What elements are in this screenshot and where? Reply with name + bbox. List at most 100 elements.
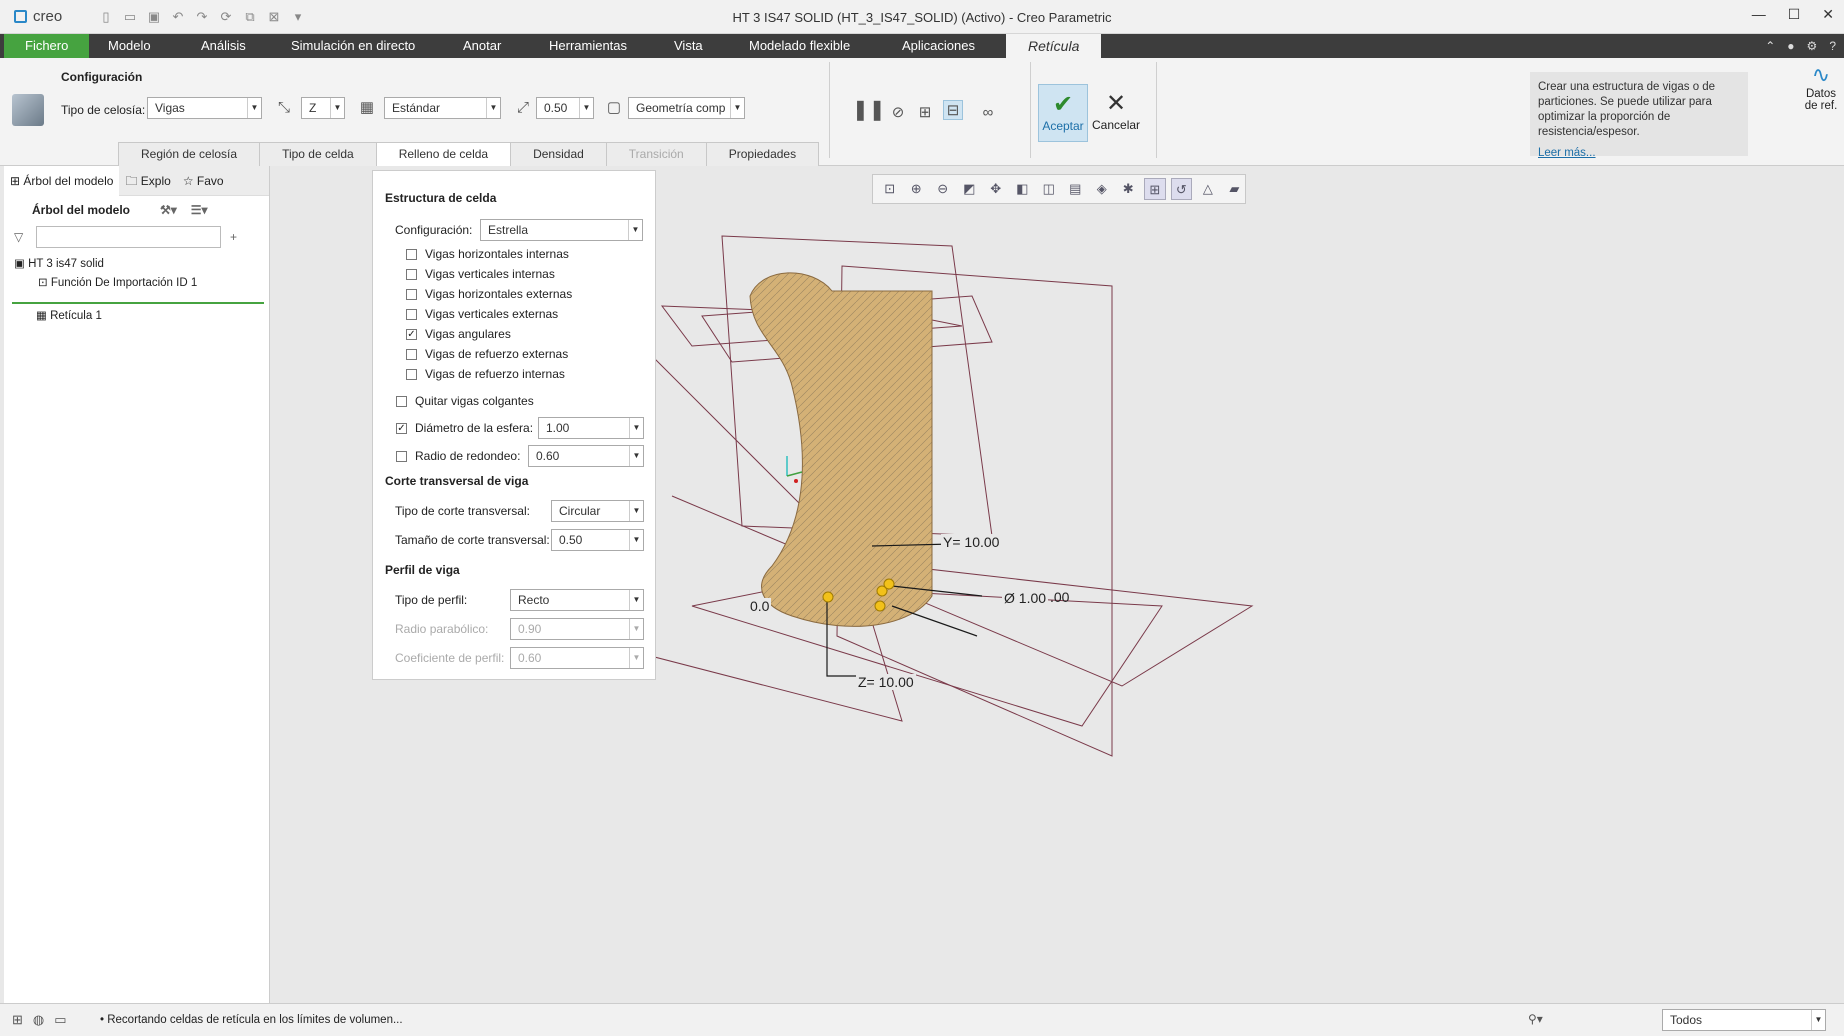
tab-favorites[interactable]: ☆ Favo (177, 166, 230, 196)
menu-file[interactable]: Fichero (4, 34, 90, 58)
axis-select[interactable]: Z ▼ (301, 97, 345, 119)
geometry-select[interactable]: Geometría comp ▼ (628, 97, 745, 119)
tab-region[interactable]: Región de celosía (118, 142, 261, 166)
warning-icon[interactable]: △ (1197, 178, 1219, 200)
read-more-link[interactable]: Leer más... (1538, 146, 1740, 161)
window-icon[interactable]: ▭ (54, 1012, 66, 1028)
tab-properties[interactable]: Propiedades (705, 142, 820, 166)
profile-type-select[interactable]: Recto ▼ (510, 589, 644, 611)
preview-icon[interactable]: ⊞ (915, 103, 935, 123)
named-views-icon[interactable]: ◫ (1038, 178, 1060, 200)
help-icon[interactable]: ? (1829, 34, 1836, 58)
lattice-type-select[interactable]: Vigas ▼ (147, 97, 262, 119)
appearance-icon[interactable]: ▰ (1224, 178, 1246, 200)
zoom-out-icon[interactable]: ⊖ (932, 178, 954, 200)
config-select[interactable]: Estrella ▼ (480, 219, 643, 241)
checkbox-remove-hanging[interactable]: Quitar vigas colgantes (396, 394, 534, 408)
maximize-button[interactable]: ☐ (1788, 6, 1801, 23)
window-title: HT 3 IS47 SOLID (HT_3_IS47_SOLID) (Activ… (732, 10, 1112, 25)
round-radius-input[interactable]: 0.60 ▼ (528, 445, 644, 467)
checkbox-internal-horizontal[interactable]: Vigas horizontales internas (406, 247, 569, 261)
help-text: Crear una estructura de vigas o de parti… (1538, 81, 1716, 138)
collapse-ribbon-icon[interactable]: ⌃ (1765, 34, 1775, 58)
close-button[interactable]: ✕ (1822, 6, 1834, 23)
search-input[interactable] (36, 226, 221, 248)
section-beam-profile: Perfil de viga (385, 563, 460, 577)
cs-type-label: Tipo de corte transversal: (395, 504, 530, 518)
tab-model-tree[interactable]: ⊞ Árbol del modelo (4, 165, 120, 196)
accept-button[interactable]: ✔ Aceptar (1038, 84, 1088, 142)
config-label: Configuración: (395, 223, 473, 237)
checkbox-angular[interactable]: ✓ Vigas angulares (406, 327, 511, 341)
tree-node-import[interactable]: ⊡ Función De Importación ID 1 (38, 275, 197, 289)
lattice-icon: ▦ (36, 310, 51, 322)
minimize-button[interactable]: — (1752, 6, 1766, 23)
checkbox-sphere-diameter[interactable]: ✓ Diámetro de la esfera: (396, 421, 533, 435)
layout-icon[interactable]: ⊞ (12, 1012, 23, 1028)
filter-icon: ▽ (14, 230, 24, 244)
verify-icon[interactable]: ⊟ (943, 100, 963, 120)
add-icon[interactable]: + (230, 230, 237, 244)
star-folder-icon: ☆ (182, 173, 197, 188)
perspective-icon[interactable]: ◈ (1091, 178, 1113, 200)
dim-y[interactable]: Y= 10.00 (941, 534, 1002, 550)
geometry-icon: ▢ (606, 99, 622, 116)
notification-icon[interactable]: ● (1787, 34, 1794, 58)
subtabs: Región de celosía Tipo de celda Relleno … (118, 142, 820, 166)
settings-icon[interactable]: ⚙ (1807, 34, 1818, 58)
menu-aplicaciones[interactable]: Aplicaciones (902, 34, 975, 58)
tab-cell-type[interactable]: Tipo de celda (259, 142, 377, 166)
datum-display-icon[interactable]: ✱ (1118, 178, 1140, 200)
dim-diameter[interactable]: Ø 1.00 (1002, 590, 1049, 606)
tab-density[interactable]: Densidad (510, 142, 607, 166)
lattice-cube-icon (12, 94, 44, 126)
size-select[interactable]: 0.50 ▼ (536, 97, 594, 119)
menu-analisis[interactable]: Análisis (201, 34, 246, 58)
checkbox-round-radius[interactable]: Radio de redondeo: (396, 449, 520, 463)
section-icon[interactable]: ▤ (1065, 178, 1087, 200)
section-cell-structure: Estructura de celda (385, 191, 497, 205)
checkbox-internal-reinforcement[interactable]: Vigas de refuerzo internas (406, 367, 565, 381)
settings-list-icon[interactable]: ☰▾ (191, 203, 208, 217)
selection-filter[interactable]: Todos ▼ (1662, 1009, 1826, 1031)
menu-anotar[interactable]: Anotar (463, 34, 501, 58)
display-style-icon[interactable]: ◧ (1012, 178, 1034, 200)
tab-reticula[interactable]: Retícula (1006, 34, 1102, 58)
tab-explorer[interactable]: 🗀 Explo (119, 166, 176, 196)
cs-type-select[interactable]: Circular ▼ (551, 500, 644, 522)
menu-simulacion[interactable]: Simulación en directo (291, 34, 415, 58)
tree-node-part[interactable]: ▣ HT 3 is47 solid (14, 256, 104, 270)
checkbox-external-horizontal[interactable]: Vigas horizontales externas (406, 287, 572, 301)
status-bar: ⊞ ◍ ▭ • Recortando celdas de retícula en… (0, 1003, 1844, 1036)
pause-icon[interactable]: ❚❚ (852, 100, 886, 120)
menu-modelo[interactable]: Modelo (108, 34, 151, 58)
spin-center-icon[interactable]: ✥ (985, 178, 1007, 200)
sphere-diameter-input[interactable]: 1.00 ▼ (538, 417, 644, 439)
repaint-icon[interactable]: ◩ (959, 178, 981, 200)
refit-icon[interactable]: ⊡ (879, 178, 901, 200)
dim-z[interactable]: Z= 10.00 (856, 674, 916, 690)
find-icon[interactable]: ⚲▾ (1528, 1012, 1543, 1026)
menu-modelado-flexible[interactable]: Modelado flexible (749, 34, 850, 58)
tab-cell-fill[interactable]: Relleno de celda (375, 142, 512, 166)
menu-vista[interactable]: Vista (674, 34, 703, 58)
cancel-button[interactable]: ✕ Cancelar (1092, 84, 1140, 142)
help-box: Crear una estructura de vigas o de parti… (1530, 72, 1748, 159)
checkbox-external-vertical[interactable]: Vigas verticales externas (406, 307, 558, 321)
tree-node-lattice[interactable]: ▦ Retícula 1 (36, 308, 102, 322)
annotation-display-icon[interactable]: ⊞ (1144, 178, 1166, 200)
zoom-in-icon[interactable]: ⊕ (906, 178, 928, 200)
checkbox-external-reinforcement[interactable]: Vigas de refuerzo externas (406, 347, 568, 361)
pattern-select[interactable]: Estándar ▼ (384, 97, 501, 119)
globe-icon[interactable]: ◍ (33, 1012, 44, 1028)
spin-icon[interactable]: ↺ (1170, 178, 1193, 200)
checkbox-internal-vertical[interactable]: Vigas verticales internas (406, 267, 555, 281)
glasses-icon[interactable]: ∞ (978, 103, 998, 123)
tools-icon[interactable]: ⚒▾ (160, 203, 177, 217)
ref-data-button[interactable]: ∿ Datos de ref. (1802, 62, 1840, 112)
dim-diameter-ghost: .00 (1050, 589, 1070, 605)
dim-x[interactable]: 0.0 (748, 598, 772, 614)
menu-herramientas[interactable]: Herramientas (549, 34, 627, 58)
stop-icon[interactable]: ⊘ (888, 103, 908, 123)
cs-size-input[interactable]: 0.50 ▼ (551, 529, 644, 551)
